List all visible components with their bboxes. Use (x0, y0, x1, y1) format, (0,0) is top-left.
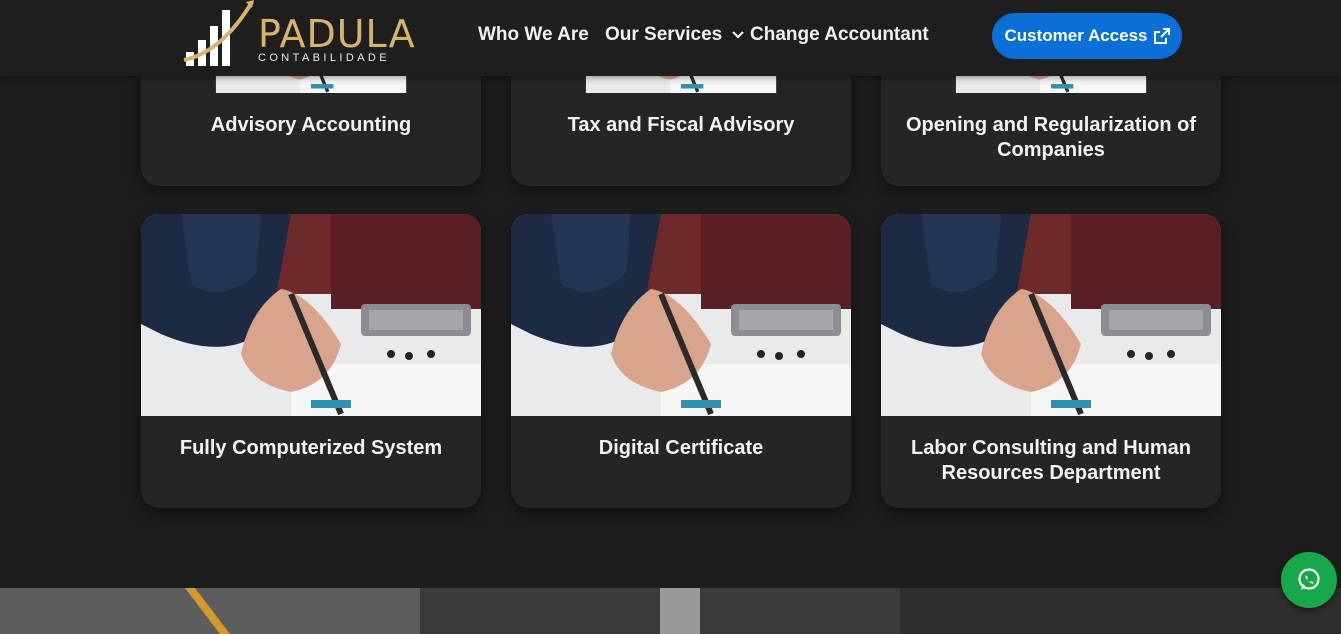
service-card-image (881, 214, 1221, 416)
service-card-title: Fully Computerized System (179, 437, 443, 459)
service-card-title: Opening and Regularization of Companies (906, 114, 1196, 161)
service-card-title: Advisory Accounting (210, 114, 412, 136)
nav-our-services[interactable]: Our Services (605, 24, 744, 46)
banner-image (0, 588, 1341, 634)
whatsapp-button[interactable] (1281, 552, 1337, 608)
nav-label: Change Accountant (750, 24, 929, 45)
service-card-title: Labor Consulting and Human Resources Dep… (911, 437, 1191, 484)
brand-logo[interactable]: PADULA CONTABILIDADE (182, 0, 415, 70)
external-link-icon (1153, 28, 1170, 44)
customer-access-button[interactable]: Customer Access (992, 13, 1182, 59)
chevron-down-icon (731, 31, 744, 39)
service-card-image (141, 214, 481, 416)
service-card-image (511, 214, 851, 416)
service-card-title: Tax and Fiscal Advisory (567, 114, 795, 136)
nav-label: Who We Are (478, 24, 589, 45)
next-section-banner (0, 588, 1341, 634)
nav-who-we-are[interactable]: Who We Are (478, 24, 589, 46)
service-card[interactable]: Fully Computerized System (141, 214, 481, 508)
whatsapp-icon (1298, 568, 1320, 590)
site-header: PADULA CONTABILIDADE Who We Are Our Serv… (0, 0, 1341, 76)
logo-wordmark: PADULA (258, 12, 416, 56)
service-card[interactable]: Labor Consulting and Human Resources Dep… (881, 214, 1221, 508)
service-card-title: Digital Certificate (598, 437, 764, 459)
logo-bars-icon (183, 0, 254, 66)
logo-tagline: CONTABILIDADE (258, 52, 391, 64)
nav-label: Our Services (605, 24, 723, 45)
service-card[interactable]: Digital Certificate (511, 214, 851, 508)
nav-change-accountant[interactable]: Change Accountant (750, 24, 929, 46)
cta-label: Customer Access (1004, 26, 1148, 45)
